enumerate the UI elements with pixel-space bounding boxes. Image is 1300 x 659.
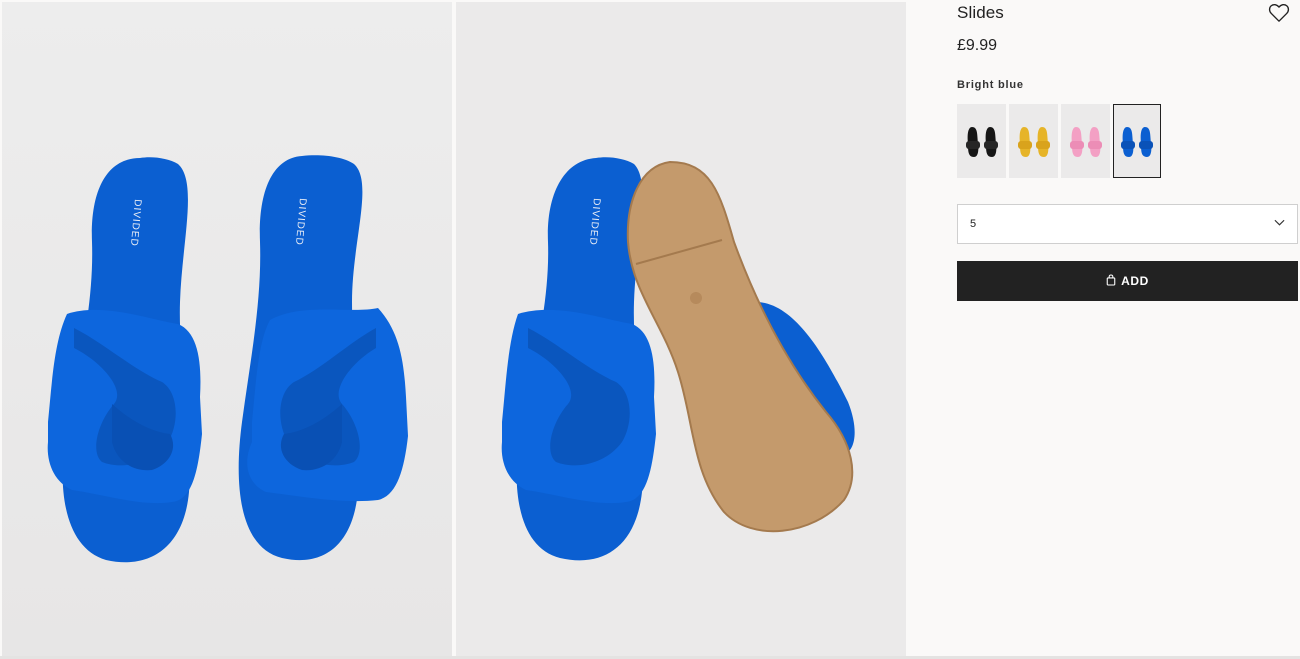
- shopping-bag-icon: [1106, 273, 1116, 289]
- swatch-bright-blue[interactable]: [1113, 104, 1161, 178]
- add-to-bag-button[interactable]: ADD: [957, 261, 1298, 301]
- swatch-yellow[interactable]: [1009, 104, 1058, 178]
- heart-icon[interactable]: [1268, 3, 1290, 23]
- product-details-panel: Slides £9.99 Bright blue 5 ADD: [957, 0, 1298, 659]
- product-title: Slides: [957, 3, 1004, 22]
- colour-swatches: [957, 104, 1161, 178]
- slides-pair-photo: DIVIDED DIVIDED: [2, 2, 452, 656]
- add-button-label: ADD: [1121, 274, 1149, 288]
- chevron-down-icon: [1274, 218, 1285, 230]
- swatch-pink[interactable]: [1061, 104, 1110, 178]
- product-price: £9.99: [957, 37, 998, 54]
- slide-and-sole-photo: DIVIDED: [456, 2, 906, 656]
- size-value: 5: [970, 218, 977, 230]
- swatch-black[interactable]: [957, 104, 1006, 178]
- product-image-secondary[interactable]: DIVIDED: [456, 2, 906, 656]
- size-select[interactable]: 5: [957, 204, 1298, 244]
- product-image-main[interactable]: DIVIDED DIVIDED: [2, 2, 452, 656]
- selected-colour-label: Bright blue: [957, 79, 1024, 91]
